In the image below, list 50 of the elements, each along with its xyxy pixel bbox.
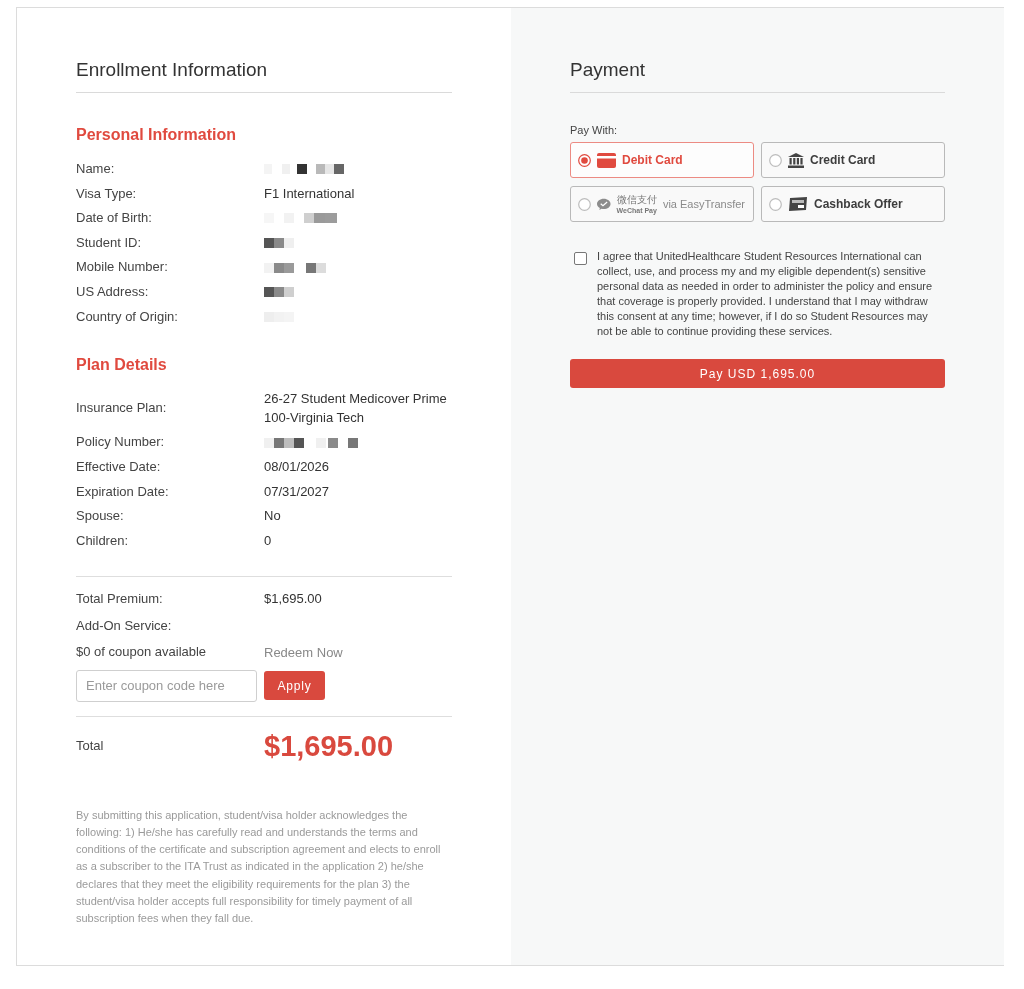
consent-text: I agree that UnitedHealthcare Student Resources International can collect, use, and process my and my eligible dependent(s) sensitive personal data as needed in order to administer the policy and ensure that coverage is properly provided. I understand that I may withdraw this consent at any time; however, if I do so Student Resources may not be able to continue providing these services. [597,249,934,339]
pay-with-label: Pay With: [570,123,619,137]
field-label: Expiration Date: [76,482,170,501]
field-value: 07/31/2027 [264,482,331,501]
redeem-link[interactable]: Redeem Now [264,645,343,661]
card-icon [788,196,808,212]
radio-icon[interactable] [769,197,782,211]
apply-button[interactable]: Apply [264,671,325,701]
field-label: Effective Date: [76,457,162,476]
field-label: Visa Type: [76,184,138,203]
radio-icon[interactable] [578,153,591,167]
field-label: Spouse: [76,507,125,526]
field-value: $1,695.00 [264,590,323,609]
field-label: Add-On Service: [76,616,173,635]
field-value: 26-27 Student Medicover Prime 100-Virginia Tech [264,390,448,427]
coupon-input[interactable]: Enter coupon code here [76,669,257,702]
total-label: Total [76,736,105,755]
total-amount: $1,695.00 [264,728,393,764]
radio-icon[interactable] [578,197,591,211]
payment-title: Payment [570,57,945,93]
field-label: Mobile Number: [76,258,169,277]
field-value: F1 International [264,184,356,203]
pixelated-value-drawing [264,287,294,298]
disclaimer-text: By submitting this application, student/visa holder acknowledges the following: 1) He/she has carefully read and understands the terms and conditions of the certificate and subscription agreement and elects to enroll as a subscriber to the ITA Trust as indicated in the application 2) he/she declares that they meet the eligibility requirements for the plan 3) the student/visa holder accepts full responsibility for timely payment of all subscription fees when they fall due. [76,807,442,927]
field-label: Children: [76,531,130,550]
payment-option[interactable]: Credit Card [761,142,945,178]
field-label: Insurance Plan: [76,399,168,418]
field-label: Student ID: [76,233,143,252]
section-heading: Plan Details [76,355,168,376]
pixelated-value-drawing [264,238,294,249]
field-label: Policy Number: [76,433,166,452]
coupon-label: $0 of coupon available [76,643,208,662]
field-label: Country of Origin: [76,307,179,326]
consent-checkbox[interactable] [574,252,587,265]
payment-option[interactable]: Cashback Offer [761,186,945,222]
bank-icon [788,152,804,168]
field-value: 0 [264,531,273,550]
field-value: 08/01/2026 [264,457,331,476]
field-value: No [264,507,282,526]
pay-button[interactable]: Pay USD 1,695.00 [570,359,945,388]
field-label: Name: [76,160,116,178]
card-icon [597,152,616,168]
field-label: Date of Birth: [76,209,153,228]
radio-icon[interactable] [769,153,782,167]
enrollment-title: Enrollment Information [76,57,452,93]
field-label: US Address: [76,282,150,301]
pixelated-value-drawing [264,262,326,273]
payment-option[interactable]: Debit Card [570,142,754,178]
field-label: Total Premium: [76,590,164,609]
section-heading: Personal Information [76,125,238,145]
